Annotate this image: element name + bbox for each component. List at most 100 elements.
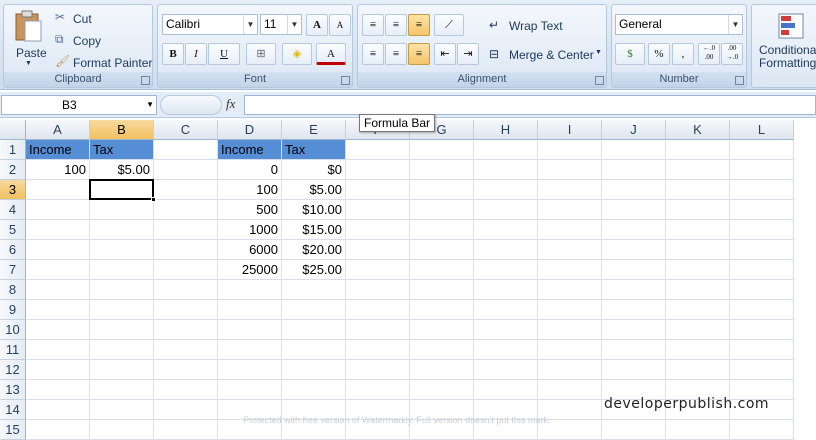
cell-a11[interactable] (26, 340, 90, 360)
cell-j1[interactable] (602, 140, 666, 160)
row-header[interactable]: 7 (0, 260, 26, 280)
orientation-button[interactable]: ⟋ (434, 14, 464, 36)
cell-l8[interactable] (730, 280, 794, 300)
cell-i2[interactable] (538, 160, 602, 180)
cell-d5[interactable]: 1000 (218, 220, 282, 240)
cell-c12[interactable] (154, 360, 218, 380)
cell-h8[interactable] (474, 280, 538, 300)
cell-l6[interactable] (730, 240, 794, 260)
cell-j8[interactable] (602, 280, 666, 300)
cell-a13[interactable] (26, 380, 90, 400)
column-header[interactable]: E (282, 120, 346, 140)
cell-b7[interactable] (90, 260, 154, 280)
cell-c10[interactable] (154, 320, 218, 340)
cell-c13[interactable] (154, 380, 218, 400)
decrease-decimal-button[interactable]: .00 →.0 (721, 43, 743, 65)
number-format-select[interactable]: General ▼ (615, 14, 743, 35)
cell-g13[interactable] (410, 380, 474, 400)
increase-indent-button[interactable]: ⇥ (457, 43, 479, 65)
cell-j10[interactable] (602, 320, 666, 340)
cell-b1[interactable]: Tax (90, 140, 154, 160)
row-header[interactable]: 6 (0, 240, 26, 260)
borders-button[interactable]: ⊞ (246, 43, 276, 65)
cell-h10[interactable] (474, 320, 538, 340)
cell-l4[interactable] (730, 200, 794, 220)
cell-a8[interactable] (26, 280, 90, 300)
cut-button[interactable]: ✂ Cut (52, 9, 132, 27)
cell-j15[interactable] (602, 420, 666, 440)
cell-e6[interactable]: $20.00 (282, 240, 346, 260)
cell-b13[interactable] (90, 380, 154, 400)
cell-c6[interactable] (154, 240, 218, 260)
font-name-select[interactable]: Calibri ▼ (162, 14, 258, 35)
column-header[interactable]: J (602, 120, 666, 140)
comma-button[interactable]: , (672, 43, 694, 65)
align-bottom-button[interactable]: ≡ (408, 14, 430, 36)
cell-c1[interactable] (154, 140, 218, 160)
cell-h4[interactable] (474, 200, 538, 220)
cell-f5[interactable] (346, 220, 410, 240)
cell-g2[interactable] (410, 160, 474, 180)
cell-a1[interactable]: Income (26, 140, 90, 160)
cell-c15[interactable] (154, 420, 218, 440)
cell-h5[interactable] (474, 220, 538, 240)
cell-f12[interactable] (346, 360, 410, 380)
cell-f8[interactable] (346, 280, 410, 300)
cell-f13[interactable] (346, 380, 410, 400)
cell-g8[interactable] (410, 280, 474, 300)
shrink-font-button[interactable]: A (329, 14, 351, 36)
decrease-indent-button[interactable]: ⇤ (434, 43, 456, 65)
cell-e1[interactable]: Tax (282, 140, 346, 160)
cell-l9[interactable] (730, 300, 794, 320)
cell-h1[interactable] (474, 140, 538, 160)
cell-l10[interactable] (730, 320, 794, 340)
cell-i5[interactable] (538, 220, 602, 240)
column-header[interactable]: B (90, 120, 154, 140)
cell-j12[interactable] (602, 360, 666, 380)
row-header[interactable]: 5 (0, 220, 26, 240)
cell-h3[interactable] (474, 180, 538, 200)
row-header[interactable]: 2 (0, 160, 26, 180)
column-header[interactable]: H (474, 120, 538, 140)
row-header[interactable]: 4 (0, 200, 26, 220)
cell-f7[interactable] (346, 260, 410, 280)
cell-d13[interactable] (218, 380, 282, 400)
cell-b15[interactable] (90, 420, 154, 440)
row-header[interactable]: 8 (0, 280, 26, 300)
cell-a2[interactable]: 100 (26, 160, 90, 180)
cell-l5[interactable] (730, 220, 794, 240)
cell-a5[interactable] (26, 220, 90, 240)
cell-e11[interactable] (282, 340, 346, 360)
cell-h11[interactable] (474, 340, 538, 360)
cell-l3[interactable] (730, 180, 794, 200)
formula-input[interactable] (244, 95, 816, 115)
cell-g12[interactable] (410, 360, 474, 380)
percent-button[interactable]: % (648, 43, 670, 65)
cell-f2[interactable] (346, 160, 410, 180)
cell-b8[interactable] (90, 280, 154, 300)
cell-l11[interactable] (730, 340, 794, 360)
column-header[interactable]: L (730, 120, 794, 140)
dialog-launcher-icon[interactable] (341, 76, 350, 85)
cell-g1[interactable] (410, 140, 474, 160)
cell-b9[interactable] (90, 300, 154, 320)
cell-a9[interactable] (26, 300, 90, 320)
cell-c4[interactable] (154, 200, 218, 220)
cell-k10[interactable] (666, 320, 730, 340)
wrap-text-button[interactable]: ↵ Wrap Text (486, 14, 596, 36)
cell-k9[interactable] (666, 300, 730, 320)
row-header[interactable]: 1 (0, 140, 26, 160)
cell-d3[interactable]: 100 (218, 180, 282, 200)
underline-button[interactable]: U (208, 43, 240, 65)
cell-i13[interactable] (538, 380, 602, 400)
grow-font-button[interactable]: A (306, 14, 328, 36)
bold-button[interactable]: B (162, 43, 184, 65)
cell-a3[interactable] (26, 180, 90, 200)
row-header[interactable]: 3 (0, 180, 26, 200)
cell-b11[interactable] (90, 340, 154, 360)
row-header[interactable]: 15 (0, 420, 26, 440)
cell-g10[interactable] (410, 320, 474, 340)
cell-k4[interactable] (666, 200, 730, 220)
cell-c11[interactable] (154, 340, 218, 360)
cell-i4[interactable] (538, 200, 602, 220)
